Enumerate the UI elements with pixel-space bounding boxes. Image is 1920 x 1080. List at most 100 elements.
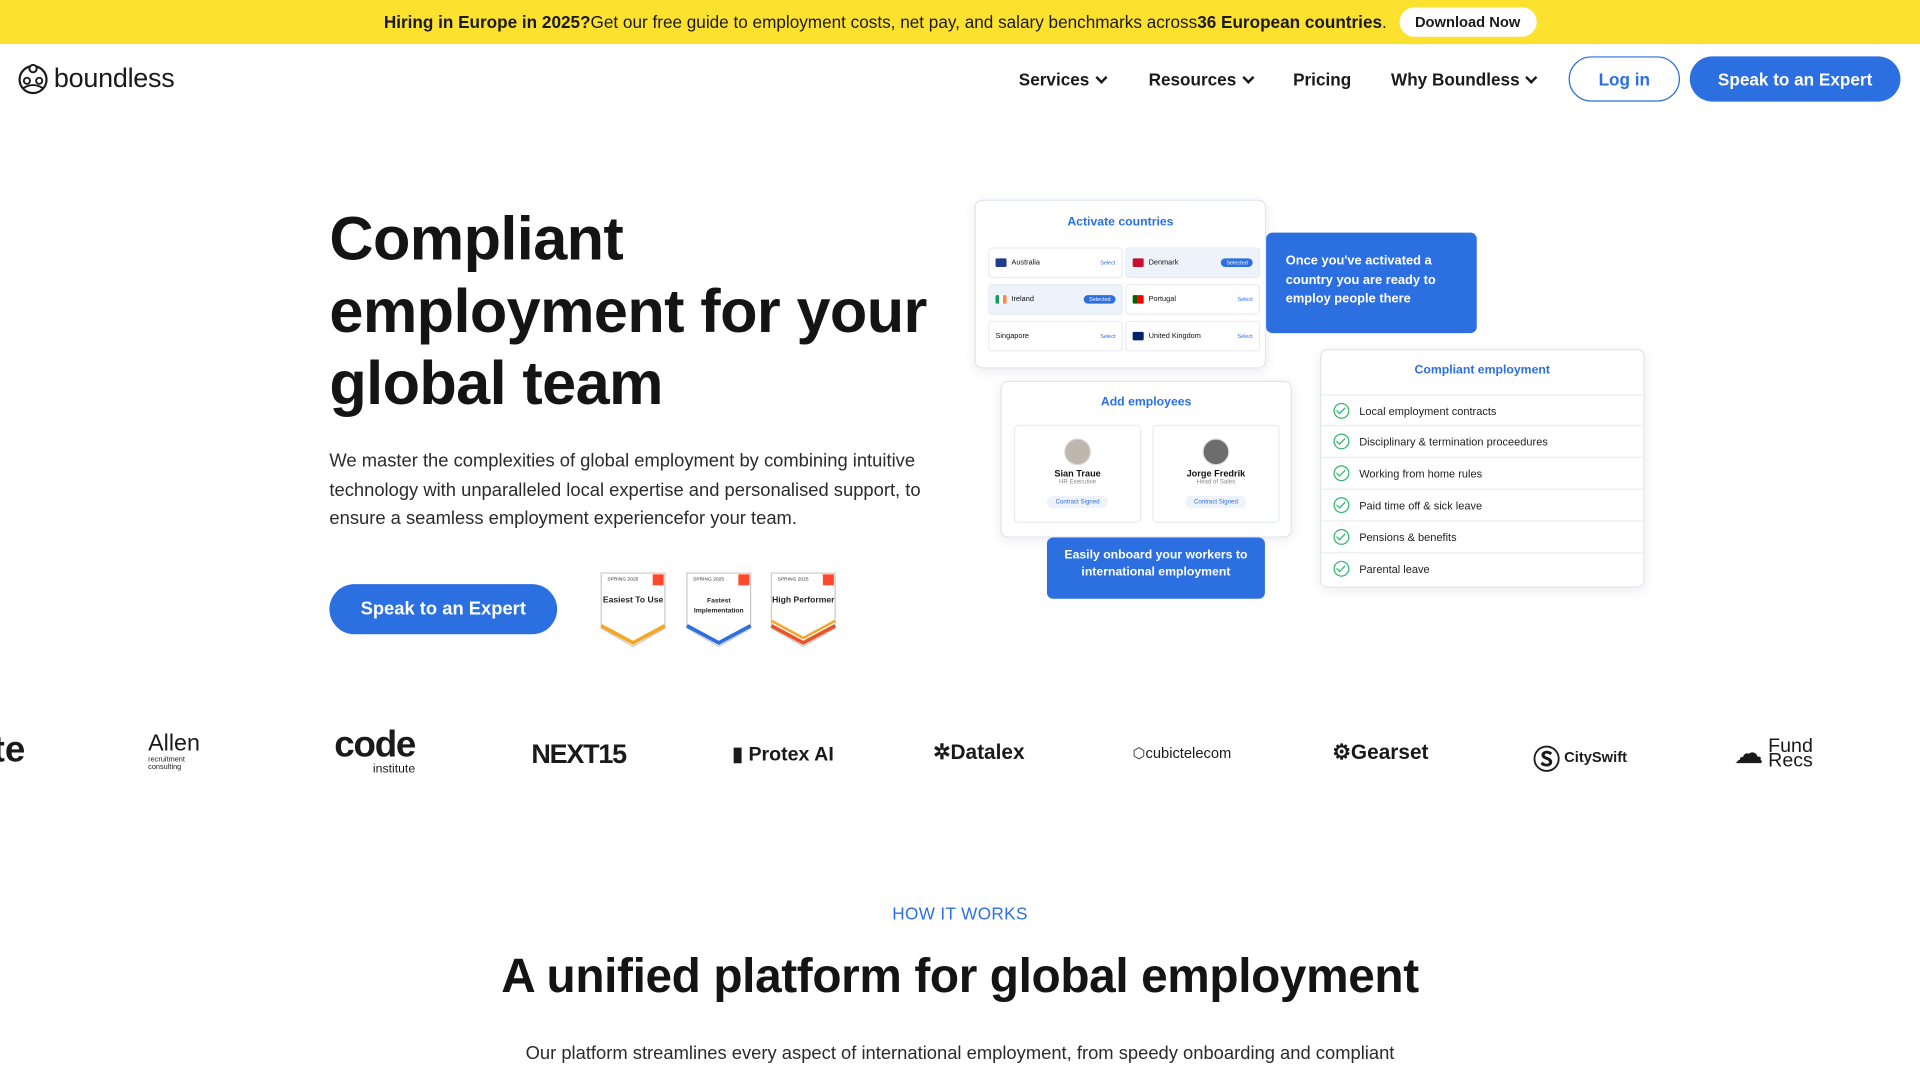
speak-to-expert-nav-button[interactable]: Speak to an Expert <box>1689 56 1901 102</box>
onboard-note: Easily onboard your workers to internati… <box>1046 537 1265 599</box>
compliance-item: Pensions & benefits <box>1321 520 1644 552</box>
chevron-down-icon <box>1525 71 1538 84</box>
g2-badge-fastest-implementation: SPRING 2025 Fastest Implementation <box>686 572 752 648</box>
employee-card: Sian Traue HR Executive Contract Signed <box>1013 424 1142 523</box>
country-name: United Kingdom <box>1148 332 1201 340</box>
country-portugal: Portugal Select <box>1125 284 1261 315</box>
logo-text: boundless <box>53 62 175 94</box>
badge-label: Fastest Implementation <box>693 597 744 615</box>
chevron-down-icon <box>1241 71 1254 84</box>
compliance-label: Parental leave <box>1359 562 1430 575</box>
client-name: Gearset <box>1350 740 1429 765</box>
employee-name: Jorge Fredrik <box>1186 467 1246 479</box>
flag-icon <box>995 258 1007 267</box>
client-logo-cubic: ⬡cubictelecom <box>1132 744 1232 762</box>
employee-role: HR Executive <box>1059 478 1097 487</box>
nav-why-boundless[interactable]: Why Boundless <box>1391 69 1538 90</box>
g2-badge-high-performer: SPRING 2025 High Performer <box>770 572 836 648</box>
client-subtitle: institute <box>372 762 416 777</box>
country-name: Denmark <box>1148 258 1179 267</box>
activated-country-note: Once you've activated a country you are … <box>1266 232 1477 334</box>
card-title: Add employees <box>1100 395 1192 409</box>
client-logo: te <box>0 729 26 771</box>
client-logo-cityswift: Ⓢ CitySwift <box>1533 738 1627 777</box>
compliance-label: Pensions & benefits <box>1359 530 1457 544</box>
login-button[interactable]: Log in <box>1568 56 1681 102</box>
nav-services[interactable]: Services <box>1018 69 1108 90</box>
badge-label: High Performer <box>772 596 835 605</box>
client-name: cubictelecom <box>1145 744 1232 762</box>
contract-status: Contract Signed <box>1047 495 1109 509</box>
compliance-label: Disciplinary & termination proceedures <box>1359 435 1548 448</box>
country-name: Portugal <box>1148 295 1176 304</box>
country-name: Ireland <box>1011 295 1034 304</box>
country-status: Select <box>1100 259 1116 266</box>
compliance-label: Paid time off & sick leave <box>1359 498 1483 512</box>
compliance-item: Working from home rules <box>1321 456 1644 489</box>
nav-resources-label: Resources <box>1148 69 1237 90</box>
avatar <box>1064 438 1092 466</box>
g2-badge-easiest-to-use: SPRING 2025 Easiest To Use <box>600 572 666 648</box>
add-employees-card: Add employees Sian Traue HR Executive Co… <box>1000 380 1292 538</box>
client-logo-allen: Allen recruitment consulting <box>148 731 200 772</box>
country-status: Select <box>1237 333 1253 340</box>
card-title: Compliant employment <box>1414 363 1550 378</box>
country-united-kingdom: United Kingdom Select <box>1125 320 1261 352</box>
download-now-button[interactable]: Download Now <box>1399 7 1537 37</box>
flag-icon <box>995 295 1007 304</box>
country-status: Select <box>1100 333 1116 340</box>
card-title: Activate countries <box>1067 215 1174 229</box>
logo[interactable]: boundless <box>17 61 175 95</box>
globe-people-icon <box>18 63 48 95</box>
contract-status: Contract Signed <box>1185 495 1247 509</box>
cloud-icon: ☁ <box>1733 737 1764 771</box>
hero-description: We master the complexities of global emp… <box>329 450 921 529</box>
avatar <box>1202 438 1230 466</box>
nav-pricing[interactable]: Pricing <box>1293 70 1351 90</box>
banner-lead: Hiring in Europe in 2025? <box>383 12 591 32</box>
client-name: code <box>334 724 416 766</box>
country-ireland: Ireland Selected <box>988 284 1123 315</box>
compliance-item: Disciplinary & termination proceedures <box>1321 424 1644 457</box>
badge-season: SPRING 2025 <box>777 575 809 582</box>
client-logo-fundrecs: ☁ Fund Recs <box>1733 737 1817 771</box>
check-circle-icon <box>1333 402 1350 419</box>
employee-name: Sian Traue <box>1054 467 1101 479</box>
country-denmark: Denmark Selected <box>1125 247 1261 278</box>
compliance-label: Working from home rules <box>1359 467 1483 480</box>
check-circle-icon <box>1333 433 1350 450</box>
cityswift-s-icon: Ⓢ <box>1533 744 1561 776</box>
country-name: Australia <box>1011 258 1041 267</box>
check-circle-icon <box>1333 528 1350 545</box>
client-name: Allen <box>148 731 200 757</box>
compliance-item: Parental leave <box>1321 552 1644 584</box>
nav-pricing-label: Pricing <box>1293 69 1352 90</box>
client-name: Protex AI <box>748 744 834 766</box>
how-it-works-title: A unified platform for global employment <box>501 950 1419 1003</box>
country-status: Select <box>1237 296 1253 303</box>
client-subtitle: recruitment consulting <box>148 756 185 772</box>
speak-to-expert-hero-button[interactable]: Speak to an Expert <box>329 584 558 635</box>
check-circle-icon <box>1333 560 1350 577</box>
compliance-item: Local employment contracts <box>1321 394 1644 426</box>
compliant-employment-card: Compliant employment Local employment co… <box>1320 348 1645 588</box>
banner-text: Get our free guide to employment costs, … <box>590 12 1198 32</box>
client-logo-code: code institute <box>334 724 416 777</box>
employee-card: Jorge Fredrik Head of Sales Contract Sig… <box>1152 424 1280 523</box>
compliance-item: Paid time off & sick leave <box>1321 488 1644 521</box>
check-circle-icon <box>1333 465 1350 482</box>
country-status: Selected <box>1084 295 1116 304</box>
country-singapore: Singapore Select <box>988 320 1123 352</box>
country-australia: Australia Select <box>988 247 1123 278</box>
how-it-works-label: HOW IT WORKS <box>892 903 1028 924</box>
badge-season: SPRING 2025 <box>693 575 725 582</box>
chevron-down-icon <box>1094 71 1108 84</box>
nav-resources[interactable]: Resources <box>1148 69 1254 90</box>
nav-why-label: Why Boundless <box>1391 69 1520 90</box>
client-logo-protex: ▮ Protex AI <box>732 744 834 766</box>
nav-services-label: Services <box>1018 69 1090 90</box>
announcement-banner: Hiring in Europe in 2025? Get our free g… <box>0 0 1920 45</box>
client-logo: NEXT15 <box>531 738 627 769</box>
country-name: Singapore <box>995 332 1030 340</box>
flag-icon <box>1132 331 1144 341</box>
